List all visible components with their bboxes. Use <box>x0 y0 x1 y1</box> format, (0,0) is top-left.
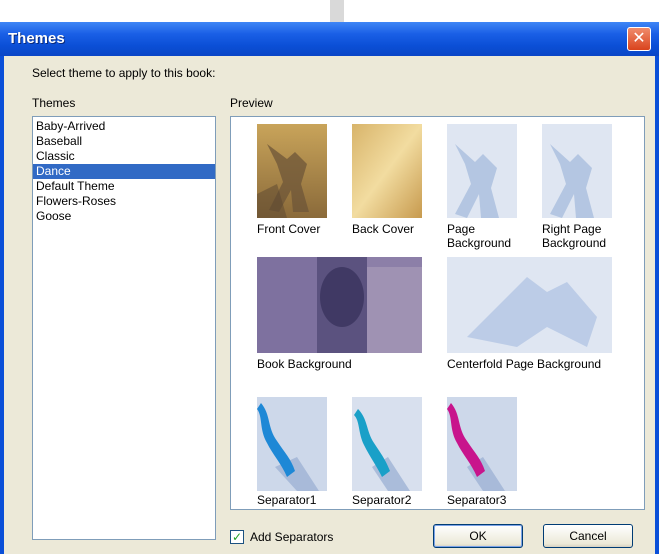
centerfold-background-caption: Centerfold Page Background <box>447 357 602 371</box>
back-cover-caption: Back Cover <box>352 222 415 236</box>
theme-item-flowers-roses[interactable]: Flowers-Roses <box>33 194 215 209</box>
themes-listbox[interactable]: Baby-Arrived Baseball Classic Dance Defa… <box>32 116 216 540</box>
separator2-thumbnail <box>352 397 422 491</box>
ok-button[interactable]: OK <box>433 524 523 548</box>
title-bar[interactable] <box>0 22 659 56</box>
book-background-thumbnail <box>257 257 422 353</box>
separator3-caption: Separator3 <box>447 493 507 507</box>
theme-item-goose[interactable]: Goose <box>33 209 215 224</box>
preview-panel: Front Cover Back Cover Page Background R… <box>230 116 645 510</box>
back-cover-thumbnail <box>352 124 422 218</box>
preview-label: Preview <box>230 96 273 110</box>
dialog-body: Select theme to apply to this book: Them… <box>4 56 655 554</box>
separator1-caption: Separator1 <box>257 493 317 507</box>
page-background-thumbnail <box>447 124 517 218</box>
themes-dialog-window: Themes ✕ Select theme to apply to this b… <box>0 0 659 554</box>
right-page-background-thumbnail <box>542 124 612 218</box>
cancel-button[interactable]: Cancel <box>543 524 633 548</box>
right-page-background-caption: Right Page Background <box>542 222 607 250</box>
centerfold-background-thumbnail <box>447 257 612 353</box>
themes-list-label: Themes <box>32 96 76 110</box>
close-icon: ✕ <box>632 30 646 47</box>
front-cover-thumbnail <box>257 124 327 218</box>
theme-item-baseball[interactable]: Baseball <box>33 134 215 149</box>
add-separators-checkbox[interactable]: ✓ <box>230 530 244 544</box>
close-button[interactable]: ✕ <box>627 27 651 51</box>
front-cover-caption: Front Cover <box>257 222 321 236</box>
separator2-caption: Separator2 <box>352 493 412 507</box>
separator1-thumbnail <box>257 397 327 491</box>
add-separators-label[interactable]: Add Separators <box>250 530 333 544</box>
separator3-thumbnail <box>447 397 517 491</box>
page-background-caption: Page Background <box>447 222 512 250</box>
background-strip <box>0 0 659 22</box>
prompt-text: Select theme to apply to this book: <box>32 66 216 80</box>
theme-item-baby-arrived[interactable]: Baby-Arrived <box>33 119 215 134</box>
theme-item-default-theme[interactable]: Default Theme <box>33 179 215 194</box>
book-background-caption: Book Background <box>257 357 352 371</box>
window-title: Themes <box>8 30 65 47</box>
theme-item-classic[interactable]: Classic <box>33 149 215 164</box>
theme-item-dance[interactable]: Dance <box>33 164 215 179</box>
